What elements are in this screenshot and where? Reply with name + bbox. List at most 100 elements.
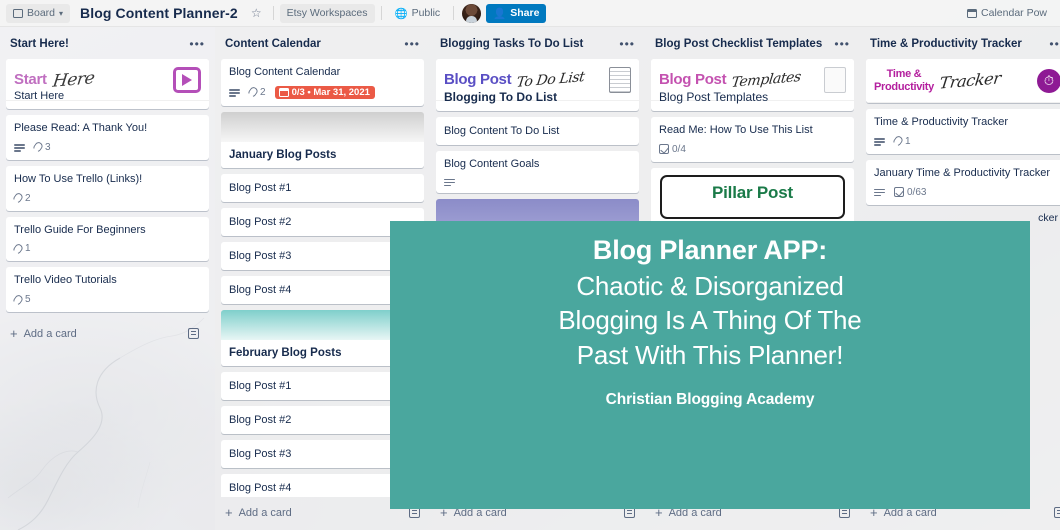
card-badges: 0/63 [874, 187, 1060, 198]
card-title: Please Read: A Thank You! [14, 122, 148, 134]
ellipsis-icon[interactable]: ••• [834, 37, 850, 51]
list-start-here: Start Here! ••• Start Here Start Here Pl… [0, 27, 215, 530]
card-read-me-how-to-use[interactable]: Read Me: How To Use This List 0/4 [651, 117, 854, 162]
card-please-read[interactable]: Please Read: A Thank You! 3 [6, 115, 209, 160]
paperclip-icon [11, 191, 25, 205]
ellipsis-icon[interactable]: ••• [404, 37, 420, 51]
globe-icon: 🌐 [394, 7, 408, 20]
attachment-count: 5 [25, 294, 31, 305]
card-how-to-use-trello[interactable]: How To Use Trello (Links)! 2 [6, 165, 209, 211]
due-date-badge[interactable]: 0/3 • Mar 31, 2021 [274, 85, 375, 99]
list-header: Blog Post Checklist Templates ••• [645, 27, 860, 59]
card-badges [444, 178, 631, 187]
card-badges: 2 [11, 191, 201, 205]
card-title: Blog Post #1 [229, 379, 292, 392]
calendar-icon [278, 87, 289, 97]
card-title: Blog Post #2 [229, 413, 292, 426]
ellipsis-icon[interactable]: ••• [1049, 37, 1060, 51]
card-title: Trello Guide For Beginners [14, 223, 146, 236]
divider [380, 6, 382, 20]
visibility-button[interactable]: 🌐 Public [388, 4, 448, 23]
checklist-icon [894, 187, 904, 197]
add-card-button[interactable]: + Add a card [6, 318, 209, 351]
card-time-productivity-tracker[interactable]: Time & Productivity Tracker 1 [866, 109, 1060, 154]
card-blog-content-to-do-list[interactable]: Blog Content To Do List [436, 117, 639, 145]
card-title: How To Use Trello (Links)! [14, 172, 143, 185]
card-title: Blog Content Calendar [229, 66, 341, 78]
calendar-powerup-button[interactable]: Calendar Pow [960, 4, 1054, 23]
banner-bold-text: Blog Post [659, 71, 727, 88]
card-cover-banner: Time & Productivity Tracker ⏱ [866, 59, 1060, 103]
add-card-label: Add a card [23, 327, 77, 340]
description-badge [874, 137, 885, 146]
description-icon [874, 137, 885, 146]
promo-headline: Blog Planner APP: [592, 235, 828, 265]
card-pillar-post[interactable]: Pillar Post [651, 167, 854, 226]
star-icon[interactable]: ☆ [246, 6, 267, 20]
card-template-icon[interactable] [188, 328, 199, 339]
card-blogging-to-do-list[interactable]: Blog Post To Do List Blogging To Do List [436, 59, 639, 111]
list-cards: Start Here Start Here Please Read: A Tha… [0, 59, 215, 530]
card-start-here[interactable]: Start Here Start Here [6, 59, 209, 109]
paperclip-icon [11, 242, 25, 256]
visibility-label: Public [411, 7, 441, 19]
card-time-productivity-banner[interactable]: Time & Productivity Tracker ⏱ [866, 59, 1060, 103]
page-title: Blog Content Planner-2 [80, 5, 238, 21]
description-icon [229, 88, 240, 97]
card-title: Blog Post #2 [229, 215, 292, 228]
card-badges: 5 [11, 293, 201, 306]
description-badge [444, 178, 455, 187]
card-january-time-productivity-tracker[interactable]: January Time & Productivity Tracker 0/63 [866, 159, 1060, 205]
banner-script-text: Tracker [938, 68, 1002, 93]
clock-circle-icon: ⏱ [1037, 68, 1060, 93]
board-grid-icon [13, 8, 23, 18]
attachment-count: 1 [25, 243, 31, 255]
attachment-badge: 3 [31, 140, 51, 154]
calendar-powerup-label: Calendar Pow [981, 7, 1047, 19]
card-title: Blog Post #3 [229, 249, 292, 262]
attachment-badge: 2 [11, 191, 31, 205]
card-blog-post-templates[interactable]: Blog Post Templates Blog Post Templates [651, 59, 854, 111]
due-date-text: 0/3 • Mar 31, 2021 [291, 86, 370, 98]
list-title: Start Here! [10, 38, 69, 50]
card-template-icon[interactable] [1054, 507, 1060, 518]
card-january-blog-posts[interactable]: January Blog Posts [221, 111, 424, 168]
card-trello-guide[interactable]: Trello Guide For Beginners 1 [6, 216, 209, 262]
card-badges: 1 [11, 242, 201, 256]
card-title: January Time & Productivity Tracker [874, 166, 1051, 179]
attachment-badge: 1 [891, 134, 911, 148]
share-button[interactable]: 👤 Share [486, 3, 547, 23]
card-blog-content-calendar[interactable]: Blog Content Calendar 2 0/3 • Mar 31, 20… [221, 59, 424, 106]
checklist-icon [659, 144, 669, 155]
promo-brand: Christian Blogging Academy [605, 390, 815, 408]
promo-line-4: Past With This Planner! [576, 340, 844, 371]
calendar-icon [967, 8, 978, 18]
description-icon [874, 188, 885, 197]
attachment-badge: 2 [246, 85, 266, 99]
ellipsis-icon[interactable]: ••• [189, 37, 205, 51]
card-jan-blog-post-1[interactable]: Blog Post #1 [221, 173, 424, 202]
workspace-button[interactable]: Etsy Workspaces [279, 3, 375, 23]
description-icon [14, 143, 25, 152]
list-title: Content Calendar [225, 38, 321, 50]
promo-line-2: Chaotic & Disorganized [576, 270, 844, 301]
board-view-button[interactable]: Board ▾ [6, 3, 71, 23]
promo-line-3: Blogging Is A Thing Of The [558, 305, 862, 336]
attachment-count: 2 [260, 86, 266, 98]
share-label: Share [510, 7, 540, 19]
checklist-badge: 0/63 [894, 187, 926, 198]
ellipsis-icon[interactable]: ••• [619, 37, 635, 51]
board-view-label: Board [27, 7, 56, 19]
chevron-down-icon: ▾ [59, 8, 64, 18]
banner-bold-text: Time & Productivity [874, 67, 934, 93]
attachment-badge: 5 [11, 293, 31, 306]
add-card-label: Add a card [238, 506, 292, 519]
paperclip-icon [246, 85, 260, 99]
divider [272, 6, 274, 20]
card-badges: 1 [874, 134, 1060, 148]
avatar[interactable] [462, 3, 482, 23]
card-trello-video-tutorials[interactable]: Trello Video Tutorials 5 [6, 267, 209, 312]
card-blog-content-goals[interactable]: Blog Content Goals [436, 151, 639, 193]
card-title: Blog Post #4 [229, 481, 292, 494]
list-header: Start Here! ••• [0, 27, 215, 59]
